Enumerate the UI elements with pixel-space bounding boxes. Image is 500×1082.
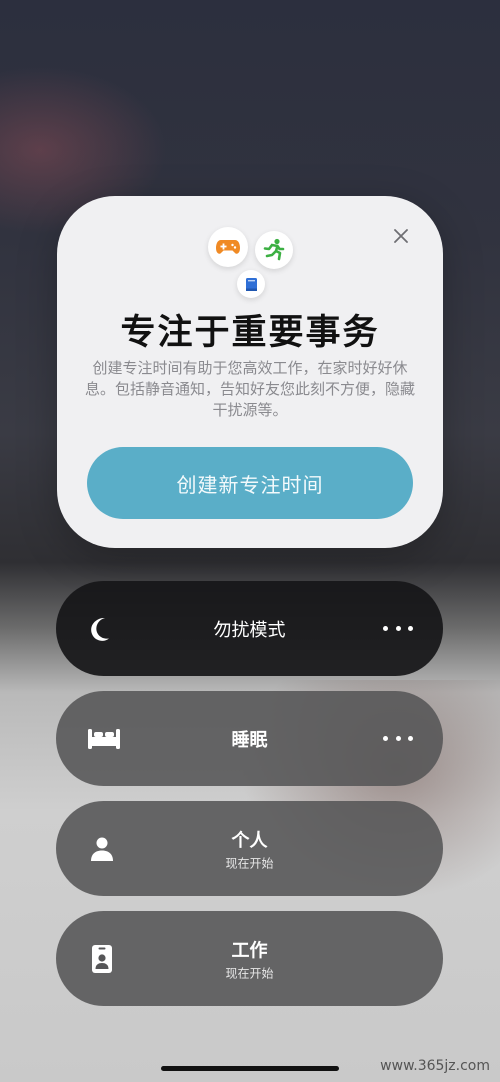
dot [408,736,413,741]
dot [395,736,401,741]
gamepad-bubble [208,227,248,267]
mode-name: 个人 [231,830,268,851]
promo-title: 专注于重要事务 [120,313,380,353]
gamepad-icon [216,240,240,254]
book-bubble [237,270,265,298]
more-button[interactable] [383,729,413,749]
home-indicator[interactable] [161,1066,339,1071]
promo-description: 创建专注时间有助于您高效工作，在家时好好休息。包括静音通知，告知好友您此刻不方便… [85,359,416,419]
book-icon [245,277,257,291]
mode-subtitle: 现在开始 [225,966,274,980]
focus-promo-card: 专注于重要事务 创建专注时间有助于您高效工作，在家时好好休息。包括静音通知，告知… [57,196,443,548]
create-focus-button[interactable]: 创建新专注时间 [87,447,413,519]
watermark: www.365jz.com [380,1058,490,1074]
close-button[interactable] [389,224,413,248]
more-button[interactable] [383,619,413,639]
dot [395,626,401,631]
focus-mode-work[interactable]: 工作 现在开始 [56,911,443,1006]
mode-name: 工作 [231,940,268,961]
dot [408,626,413,631]
focus-mode-do-not-disturb[interactable]: 勿扰模式 [56,581,443,676]
mode-subtitle: 现在开始 [225,856,274,870]
running-bubble [255,231,293,269]
focus-mode-sleep[interactable]: 睡眠 [56,691,443,786]
dot [383,736,388,741]
dot [383,626,388,631]
running-icon [263,238,285,261]
close-icon [394,229,408,243]
focus-mode-personal[interactable]: 个人 现在开始 [56,801,443,896]
